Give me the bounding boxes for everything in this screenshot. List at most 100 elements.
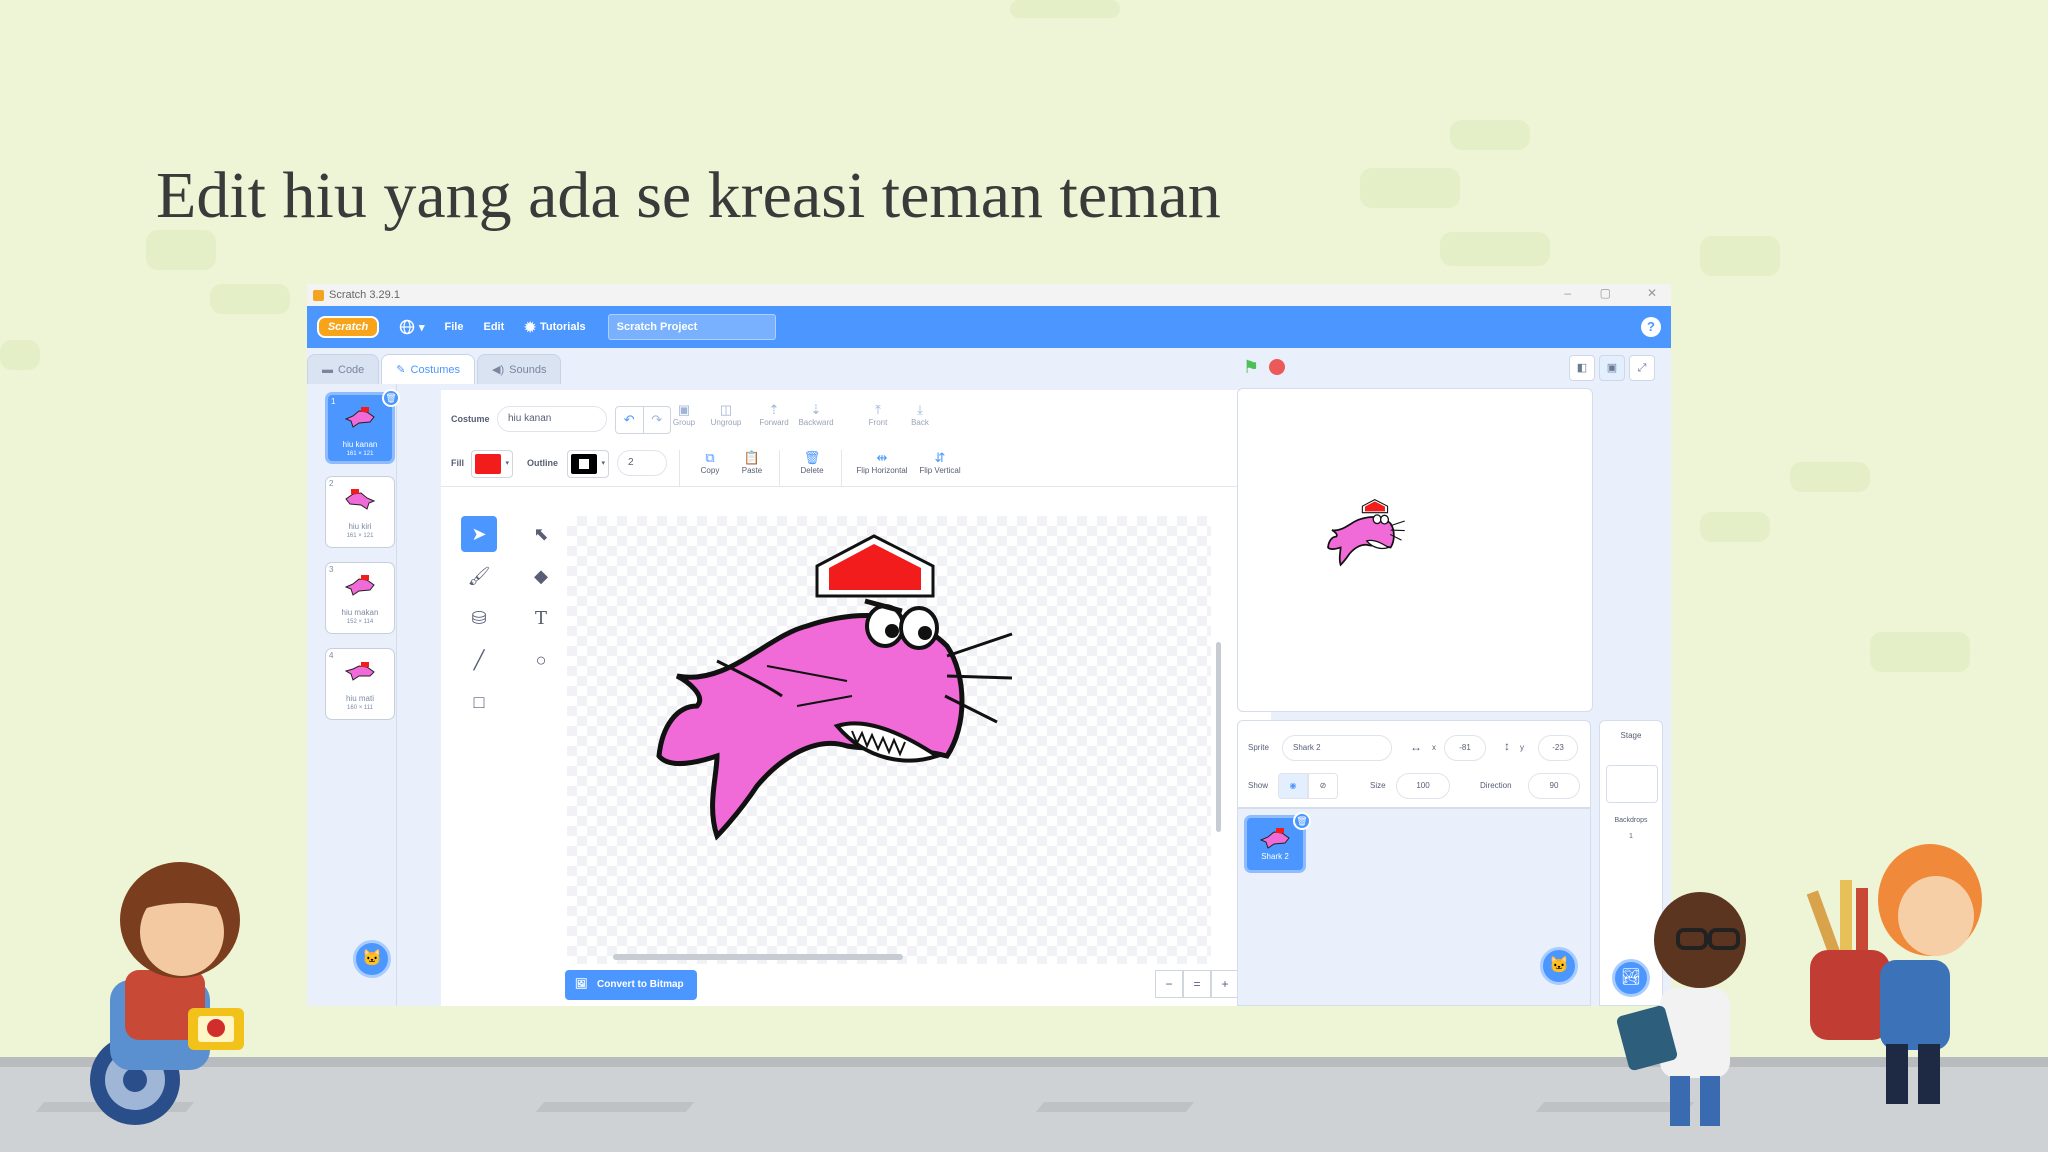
fill-label: Fill [451, 458, 464, 468]
fullscreen-icon: ⤢ [1637, 362, 1647, 374]
zoom-in-button[interactable]: + [1211, 970, 1239, 998]
lightbulb-icon: ✹ [524, 318, 536, 335]
costume-size: 161 × 121 [346, 451, 374, 457]
sprite-item[interactable]: Shark 2 🗑 [1244, 812, 1311, 873]
x-position-input[interactable]: -81 [1444, 735, 1486, 761]
chevron-down-icon: ▾ [505, 460, 509, 467]
outline-label: Outline [527, 458, 558, 468]
show-hidden-button[interactable]: ⊘ [1308, 773, 1338, 799]
large-stage-button[interactable]: ▣ [1599, 355, 1625, 381]
ungroup-button[interactable]: ◫ Ungroup [703, 402, 749, 427]
project-title-input[interactable]: Scratch Project [607, 314, 776, 340]
group-icon: ▣ [677, 402, 691, 417]
stage-canvas[interactable] [1237, 388, 1593, 712]
tab-sounds[interactable]: ◀) Sounds [477, 354, 562, 384]
edit-menu[interactable]: Edit [483, 321, 504, 333]
show-label: Show [1248, 781, 1269, 790]
undo-icon[interactable]: ↶ [616, 407, 643, 433]
size-label: Size [1370, 781, 1386, 790]
tab-costumes[interactable]: ✎ Costumes [381, 354, 476, 384]
background-brick [146, 230, 216, 270]
add-sprite-button[interactable]: 🐱 [1540, 947, 1578, 985]
front-button[interactable]: ⤒ Front [855, 402, 901, 427]
direction-input[interactable]: 90 [1528, 773, 1580, 799]
back-button[interactable]: ⤓ Back [897, 402, 943, 427]
green-flag-icon[interactable]: ⚑ [1243, 357, 1259, 378]
convert-to-bitmap-button[interactable]: 🖼 Convert to Bitmap [565, 970, 697, 1000]
scratch-logo[interactable]: Scratch [317, 316, 379, 338]
costume-size: 152 × 114 [346, 619, 374, 625]
flip-horizontal-icon: ⇹ [876, 450, 888, 465]
sprite-name: Shark 2 [1261, 852, 1289, 861]
tutorials-menu[interactable]: ✹ Tutorials [524, 319, 585, 336]
vertical-scrollbar[interactable] [1216, 642, 1221, 832]
background-brick [1790, 462, 1870, 492]
flip-vertical-button[interactable]: ⇵ Flip Vertical [913, 450, 967, 475]
fill-tool[interactable]: ⛁ [461, 600, 497, 636]
circle-tool[interactable]: ○ [523, 642, 559, 678]
front-icon: ⤒ [875, 402, 881, 417]
shark-drawing [656, 534, 1013, 841]
eraser-tool[interactable]: ◆ [523, 558, 559, 594]
costume-item[interactable]: 4 hiu mati 160 × 111 [325, 648, 395, 720]
backward-button[interactable]: ⇣ Backward [793, 402, 839, 427]
delete-button[interactable]: 🗑 Delete [789, 450, 835, 475]
girl-wheelchair-illustration [90, 862, 244, 1125]
costume-name-input[interactable]: hiu kanan [497, 406, 607, 432]
sprite-name-input[interactable]: Shark 2 [1282, 735, 1392, 761]
code-icon: ▬ [322, 363, 333, 376]
costume-size: 161 × 121 [346, 533, 374, 539]
costume-item[interactable]: 2 hiu kiri 161 × 121 [325, 476, 395, 548]
help-icon[interactable]: ? [1641, 317, 1661, 337]
language-menu[interactable]: ▾ [399, 319, 425, 335]
line-icon: ╱ [473, 650, 485, 670]
fullscreen-button[interactable]: ⤢ [1629, 355, 1655, 381]
drawing-canvas[interactable] [567, 516, 1211, 964]
paste-button[interactable]: 📋 Paste [729, 450, 775, 475]
outline-color-picker[interactable]: ▾ [567, 450, 609, 478]
line-tool[interactable]: ╱ [461, 642, 497, 678]
delete-sprite-icon[interactable]: 🗑 [1293, 812, 1311, 830]
forward-label: Forward [759, 418, 789, 427]
outline-width-input[interactable]: 2 [617, 450, 667, 476]
minimize-button[interactable]: – [1564, 286, 1571, 300]
group-button[interactable]: ▣ Group [661, 402, 707, 427]
file-menu[interactable]: File [445, 321, 464, 333]
stop-icon[interactable] [1269, 359, 1285, 375]
zoom-out-button[interactable]: − [1155, 970, 1183, 998]
reshape-tool[interactable]: ⬉ [523, 516, 559, 552]
zoom-reset-button[interactable]: = [1183, 970, 1211, 998]
fill-color-picker[interactable]: ▾ [471, 450, 513, 478]
rectangle-tool[interactable]: □ [461, 684, 497, 720]
forward-button[interactable]: ⇡ Forward [751, 402, 797, 427]
brush-tool[interactable]: 🖌 [461, 558, 497, 594]
maximize-button[interactable]: ▢ [1600, 286, 1611, 300]
toolbar-divider [679, 450, 680, 486]
flip-horizontal-label: Flip Horizontal [856, 466, 908, 475]
text-tool[interactable]: T [523, 600, 559, 636]
eye-icon: ◉ [1289, 781, 1297, 790]
add-costume-button[interactable]: 🐱 [353, 940, 391, 978]
delete-costume-icon[interactable]: 🗑 [382, 389, 400, 407]
y-position-input[interactable]: -23 [1538, 735, 1578, 761]
horizontal-scrollbar[interactable] [613, 954, 903, 960]
costume-number: 2 [329, 479, 334, 488]
tab-code[interactable]: ▬ Code [307, 354, 380, 384]
convert-to-bitmap-label: Convert to Bitmap [597, 979, 684, 990]
eraser-icon: ◆ [534, 566, 548, 586]
small-stage-button[interactable]: ◧ [1569, 355, 1595, 381]
direction-label: Direction [1480, 781, 1512, 790]
select-tool[interactable]: ➤ [461, 516, 497, 552]
tab-costumes-label: Costumes [410, 363, 461, 376]
road-marking [1035, 1102, 1195, 1112]
show-visible-button[interactable]: ◉ [1278, 773, 1308, 799]
flip-horizontal-button[interactable]: ⇹ Flip Horizontal [851, 450, 913, 475]
costume-item[interactable]: 1 hiu kanan 161 × 121 🗑 [325, 389, 400, 464]
copy-button[interactable]: ⧉ Copy [687, 450, 733, 475]
size-input[interactable]: 100 [1396, 773, 1450, 799]
costume-item[interactable]: 3 hiu makan 152 × 114 [325, 562, 395, 634]
trash-icon: 🗑 [803, 450, 821, 465]
costume-name: hiu kanan [342, 440, 378, 449]
close-button[interactable]: ✕ [1647, 286, 1657, 300]
front-label: Front [868, 418, 888, 427]
